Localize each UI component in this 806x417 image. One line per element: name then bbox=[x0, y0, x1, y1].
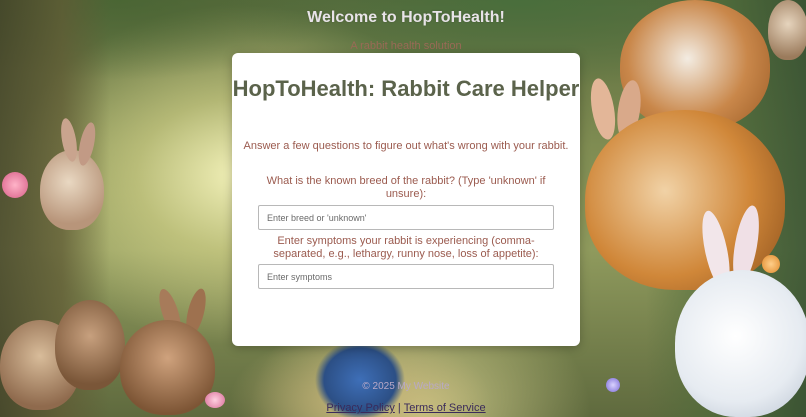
copyright-text: © 2025 My Website bbox=[362, 381, 450, 392]
flower-decoration bbox=[2, 172, 28, 198]
rabbit-illustration bbox=[675, 270, 806, 417]
footer-separator: | bbox=[397, 402, 401, 414]
card-title: HopToHealth: Rabbit Care Helper bbox=[232, 76, 580, 101]
rabbit-illustration bbox=[585, 110, 785, 290]
flower-decoration bbox=[762, 255, 780, 273]
rabbit-illustration bbox=[40, 150, 104, 230]
privacy-policy-link[interactable]: Privacy Policy bbox=[326, 402, 394, 414]
symptoms-input[interactable] bbox=[258, 264, 554, 289]
breed-input[interactable] bbox=[258, 205, 554, 230]
page-root: Welcome to HopToHealth! A rabbit health … bbox=[0, 0, 806, 417]
card-subtitle: Answer a few questions to figure out wha… bbox=[243, 140, 569, 152]
terms-of-service-link[interactable]: Terms of Service bbox=[404, 402, 486, 414]
breed-question-label: What is the known breed of the rabbit? (… bbox=[266, 175, 546, 200]
rabbit-illustration bbox=[120, 320, 215, 415]
footer-links: Privacy Policy | Terms of Service bbox=[0, 402, 806, 414]
site-title: Welcome to HopToHealth! bbox=[307, 9, 505, 26]
questionnaire-card: HopToHealth: Rabbit Care Helper Answer a… bbox=[232, 53, 580, 346]
site-tagline: A rabbit health solution bbox=[350, 40, 462, 52]
symptoms-question-label: Enter symptoms your rabbit is experienci… bbox=[273, 235, 539, 260]
rabbit-illustration bbox=[55, 300, 125, 390]
